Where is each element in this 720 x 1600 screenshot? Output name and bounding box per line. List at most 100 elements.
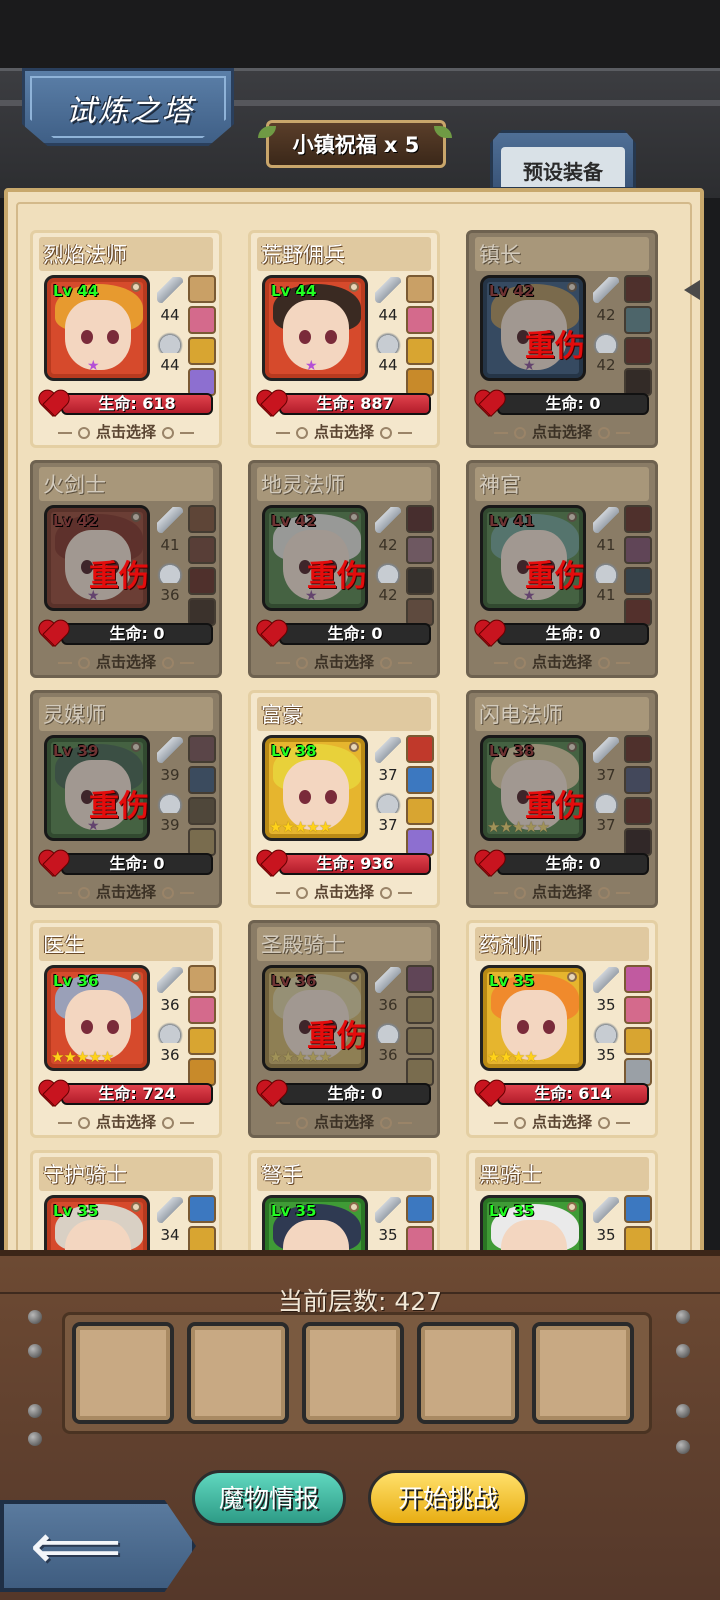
hero-card[interactable]: 地灵法师 Lv 42 ★ 重伤 42 42 生命: 0 点击选择 (248, 460, 440, 678)
equipment-slot-icon[interactable] (406, 965, 434, 993)
team-slot[interactable] (187, 1322, 289, 1424)
equipment-slot-icon[interactable] (624, 965, 652, 993)
hero-portrait[interactable]: Lv 38 ★★★★★ (262, 735, 368, 841)
team-slot[interactable] (302, 1322, 404, 1424)
equipment-slot-icon[interactable] (188, 1027, 216, 1055)
hero-eye (107, 1020, 119, 1034)
select-hero-button[interactable]: 点击选择 (33, 651, 219, 673)
hero-portrait[interactable]: Lv 44 ★ (262, 275, 368, 381)
equipment-slot-icon[interactable] (406, 797, 434, 825)
select-hero-button[interactable]: 点击选择 (33, 421, 219, 443)
select-hero-button[interactable]: 点击选择 (33, 881, 219, 903)
hero-card[interactable]: 富豪 Lv 38 ★★★★★ 37 37 生命: 936 点击选择 (248, 690, 440, 908)
hp-bar: 生命: 0 (279, 623, 431, 645)
select-hero-button[interactable]: 点击选择 (251, 1111, 437, 1133)
hero-card[interactable]: 药剂师 Lv 35 ★★★★ 35 35 生命: 614 点击选择 (466, 920, 658, 1138)
equipment-slot-icon[interactable] (406, 1058, 434, 1086)
hero-stats: 37 37 (373, 737, 403, 837)
select-hero-button[interactable]: 点击选择 (469, 651, 655, 673)
equipment-slot-icon[interactable] (188, 766, 216, 794)
equipment-slot-icon[interactable] (624, 797, 652, 825)
equipment-slot-icon[interactable] (406, 828, 434, 856)
team-slot[interactable] (532, 1322, 634, 1424)
hero-card[interactable]: 闪电法师 Lv 38 ★★★★★ 重伤 37 37 生命: 0 点击选择 (466, 690, 658, 908)
hero-portrait[interactable]: Lv 35 ★★★★ (480, 965, 586, 1071)
equipment-slot-icon[interactable] (624, 1027, 652, 1055)
equipment-slot-icon[interactable] (188, 567, 216, 595)
equipment-slot-icon[interactable] (188, 598, 216, 626)
equipment-slot-icon[interactable] (188, 1195, 216, 1223)
hero-card[interactable]: 医生 Lv 36 ★★★★★ 36 36 生命: 724 点击选择 (30, 920, 222, 1138)
select-hero-button[interactable]: 点击选择 (251, 651, 437, 673)
select-hero-button[interactable]: 点击选择 (469, 421, 655, 443)
attack-value: 44 (378, 306, 398, 324)
equipment-slot-icon[interactable] (406, 598, 434, 626)
equipment-slot-icon[interactable] (406, 536, 434, 564)
select-hero-button[interactable]: 点击选择 (251, 881, 437, 903)
equipment-slot-icon[interactable] (406, 1027, 434, 1055)
defense-value: 42 (596, 356, 616, 374)
equipment-slot-icon[interactable] (188, 965, 216, 993)
equipment-slot-icon[interactable] (188, 797, 216, 825)
equipment-slot-icon[interactable] (406, 735, 434, 763)
equipment-slot-icon[interactable] (188, 275, 216, 303)
equipment-slot-icon[interactable] (624, 766, 652, 794)
town-blessing-badge[interactable]: 小镇祝福 x 5 (266, 120, 446, 168)
monster-info-button[interactable]: 魔物情报 (192, 1470, 346, 1526)
equipment-slot-icon[interactable] (624, 1195, 652, 1223)
equipment-slot-icon[interactable] (406, 368, 434, 396)
rivet-icon (676, 1404, 690, 1418)
select-hero-button[interactable]: 点击选择 (251, 421, 437, 443)
heart-icon (473, 387, 505, 419)
hero-card[interactable]: 烈焰法师 Lv 44 ★ 44 44 生命: 618 点击选择 (30, 230, 222, 448)
helmet-icon (157, 1017, 183, 1043)
hero-portrait[interactable]: Lv 44 ★ (44, 275, 150, 381)
equipment-slot-icon[interactable] (624, 828, 652, 856)
equipment-slot-icon[interactable] (624, 275, 652, 303)
hero-portrait[interactable]: Lv 36 ★★★★★ (44, 965, 150, 1071)
equipment-slot-icon[interactable] (624, 735, 652, 763)
select-hero-button[interactable]: 点击选择 (33, 1111, 219, 1133)
equipment-slot-icon[interactable] (188, 368, 216, 396)
equipment-slot-icon[interactable] (624, 505, 652, 533)
equipment-slot-icon[interactable] (624, 337, 652, 365)
equipment-slot-icon[interactable] (406, 567, 434, 595)
hero-card[interactable]: 神官 Lv 41 ★ 重伤 41 41 生命: 0 点击选择 (466, 460, 658, 678)
hero-card[interactable]: 荒野佣兵 Lv 44 ★ 44 44 生命: 887 点击选择 (248, 230, 440, 448)
hero-eye (517, 1020, 529, 1034)
equipment-slot-icon[interactable] (624, 368, 652, 396)
equipment-slot-icon[interactable] (406, 275, 434, 303)
equipment-slot-icon[interactable] (624, 536, 652, 564)
equipment-slot-icon[interactable] (188, 337, 216, 365)
equipment-slot-icon[interactable] (406, 337, 434, 365)
team-slot[interactable] (417, 1322, 519, 1424)
equipment-slot-icon[interactable] (188, 536, 216, 564)
equipment-slot-icon[interactable] (624, 598, 652, 626)
select-hero-button[interactable]: 点击选择 (469, 881, 655, 903)
hero-card[interactable]: 火剑士 Lv 42 ★ 重伤 41 36 生命: 0 点击选择 (30, 460, 222, 678)
equipment-slot-icon[interactable] (406, 505, 434, 533)
start-challenge-button[interactable]: 开始挑战 (368, 1470, 528, 1526)
hero-card[interactable]: 守护骑士Lv 35★34 (30, 1150, 222, 1260)
hero-card[interactable]: 镇长 Lv 42 ★ 重伤 42 42 生命: 0 点击选择 (466, 230, 658, 448)
hero-card[interactable]: 弩手Lv 35★35 (248, 1150, 440, 1260)
equipment-slot-icon[interactable] (624, 996, 652, 1024)
equipment-slot-icon[interactable] (406, 1195, 434, 1223)
equipment-slot-icon[interactable] (406, 996, 434, 1024)
equipment-slot-icon[interactable] (624, 306, 652, 334)
equipment-slot-icon[interactable] (406, 306, 434, 334)
equipment-slot-icon[interactable] (406, 766, 434, 794)
equipment-slot-icon[interactable] (188, 505, 216, 533)
hero-card[interactable]: 圣殿骑士 Lv 36 ★★★★★ 重伤 36 36 生命: 0 点击选择 (248, 920, 440, 1138)
equipment-slot-icon[interactable] (188, 735, 216, 763)
hero-card[interactable]: 灵媒师 Lv 39 ★ 重伤 39 39 生命: 0 点击选择 (30, 690, 222, 908)
equipment-slot-icon[interactable] (188, 996, 216, 1024)
equipment-slot-icon[interactable] (188, 1058, 216, 1086)
select-hero-button[interactable]: 点击选择 (469, 1111, 655, 1133)
equipment-slot-icon[interactable] (624, 1058, 652, 1086)
equipment-slot-icon[interactable] (624, 567, 652, 595)
equipment-slot-icon[interactable] (188, 828, 216, 856)
equipment-slot-icon[interactable] (188, 306, 216, 334)
team-slot[interactable] (72, 1322, 174, 1424)
hero-card[interactable]: 黑骑士Lv 35★35 (466, 1150, 658, 1260)
